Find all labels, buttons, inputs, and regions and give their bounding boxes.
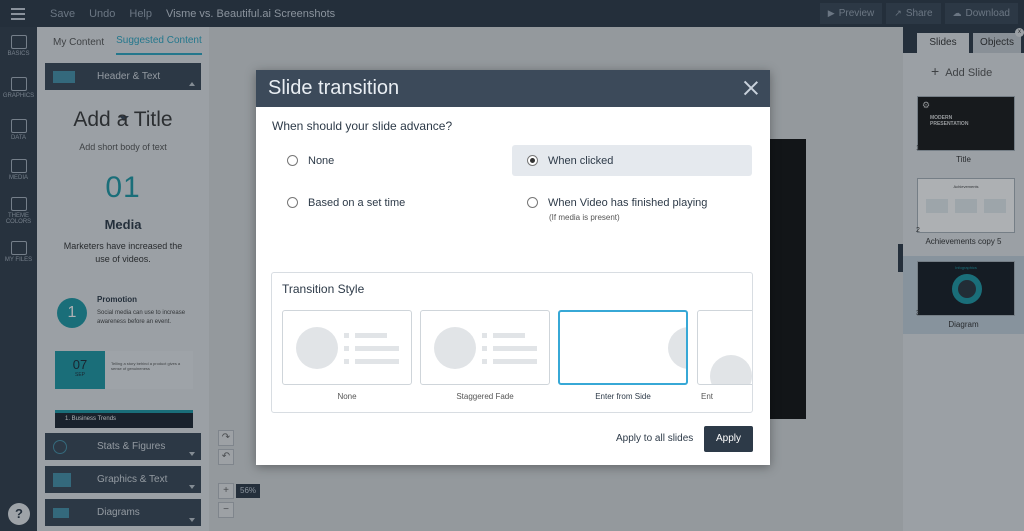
dialog-header: Slide transition [256,70,770,107]
close-icon[interactable] [742,79,760,97]
option-label: When clicked [548,154,614,167]
slide-transition-dialog: Slide transition When should your slide … [256,70,770,465]
radio-button[interactable] [287,155,298,166]
radio-button[interactable] [527,197,538,208]
style-label: Staggered Fade [456,392,514,401]
transition-style-box: Transition Style None Staggered Fade Ent… [271,272,753,413]
style-card-enter-from-side[interactable] [558,310,688,385]
placeholder-line [493,359,537,364]
style-label: None [337,392,357,401]
option-label: Based on a set time [308,196,406,209]
option-when-clicked[interactable]: When clicked [512,145,752,176]
placeholder-circle [710,355,752,384]
placeholder-line [493,346,537,351]
video-note: (If media is present) [549,213,620,222]
style-card-none[interactable] [282,310,412,385]
radio-button-selected[interactable] [527,155,538,166]
placeholder-dot [482,359,487,364]
style-label: Enter from Side [595,392,651,401]
option-label: When Video has finished playing [548,196,708,209]
radio-button[interactable] [287,197,298,208]
placeholder-circle [296,327,338,369]
apply-to-all-slides-link[interactable]: Apply to all slides [616,433,693,444]
placeholder-line [493,333,525,338]
placeholder-line [355,346,399,351]
placeholder-line [355,333,387,338]
placeholder-circle [434,327,476,369]
option-video-finished[interactable]: When Video has finished playing [512,187,752,218]
transition-style-title: Transition Style [282,282,365,296]
placeholder-dot [482,333,487,338]
advance-question: When should your slide advance? [272,119,453,133]
option-none[interactable]: None [272,145,512,176]
style-card-partial[interactable] [697,310,752,385]
placeholder-dot [344,359,349,364]
placeholder-line [355,359,399,364]
dialog-title: Slide transition [268,77,400,99]
style-card-staggered-fade[interactable] [420,310,550,385]
option-label: None [308,154,335,167]
placeholder-dot [482,346,487,351]
style-label: Ent [700,392,713,401]
apply-button[interactable]: Apply [704,426,753,452]
option-set-time[interactable]: Based on a set time [272,187,512,218]
placeholder-dot [344,346,349,351]
placeholder-dot [344,333,349,338]
placeholder-circle [668,327,686,369]
